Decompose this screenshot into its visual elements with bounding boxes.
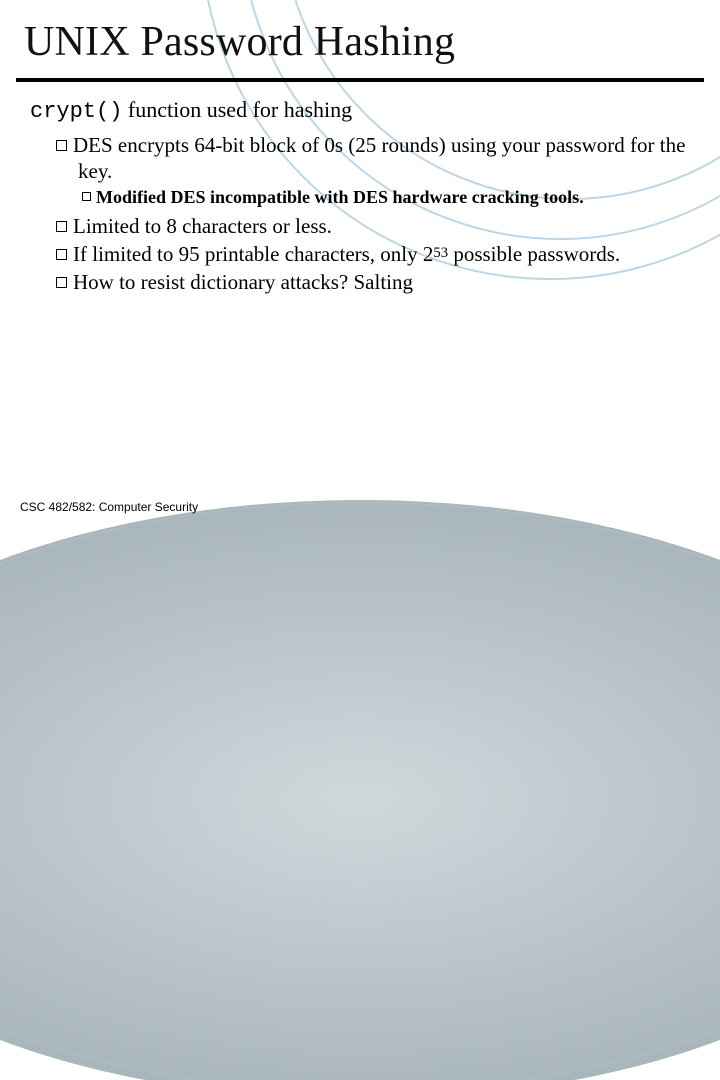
bullet-des: DES encrypts 64-bit block of 0s (25 roun… xyxy=(56,132,690,185)
bullet-95chars: If limited to 95 printable characters, o… xyxy=(56,241,690,267)
intro-line-rest: function used for hashing xyxy=(122,97,352,122)
subbullet-modified-des: Modified DES incompatible with DES hardw… xyxy=(82,186,690,209)
code-crypt: crypt() xyxy=(30,99,122,124)
slide-body: crypt() function used for hashing DES en… xyxy=(30,96,690,297)
square-bullet-icon xyxy=(56,221,67,232)
slide-footer: CSC 482/582: Computer Security xyxy=(20,500,198,514)
intro-line: crypt() function used for hashing xyxy=(30,96,690,126)
subbullet-modified-des-text: Modified DES incompatible with DES hardw… xyxy=(96,187,584,207)
bullet-95chars-exp: 53 xyxy=(433,245,448,261)
bullet-des-text: DES encrypts 64-bit block of 0s (25 roun… xyxy=(73,133,685,183)
square-bullet-icon xyxy=(56,249,67,260)
slide-title: UNIX Password Hashing xyxy=(24,18,455,66)
bullet-salting: How to resist dictionary attacks? Saltin… xyxy=(56,269,690,295)
bullet-95chars-pre: If limited to 95 printable characters, o… xyxy=(73,242,433,266)
square-bullet-icon xyxy=(56,140,67,151)
bullet-limit8-text: Limited to 8 characters or less. xyxy=(73,214,332,238)
decorative-footer-arc xyxy=(0,500,720,1080)
bullet-salting-text: How to resist dictionary attacks? Saltin… xyxy=(73,270,413,294)
bullet-limit8: Limited to 8 characters or less. xyxy=(56,213,690,239)
decorative-footer-arc-line xyxy=(0,502,720,1080)
bullet-95chars-post: possible passwords. xyxy=(448,242,620,266)
square-bullet-icon xyxy=(56,277,67,288)
square-bullet-icon xyxy=(82,192,91,201)
title-underline xyxy=(16,78,704,82)
